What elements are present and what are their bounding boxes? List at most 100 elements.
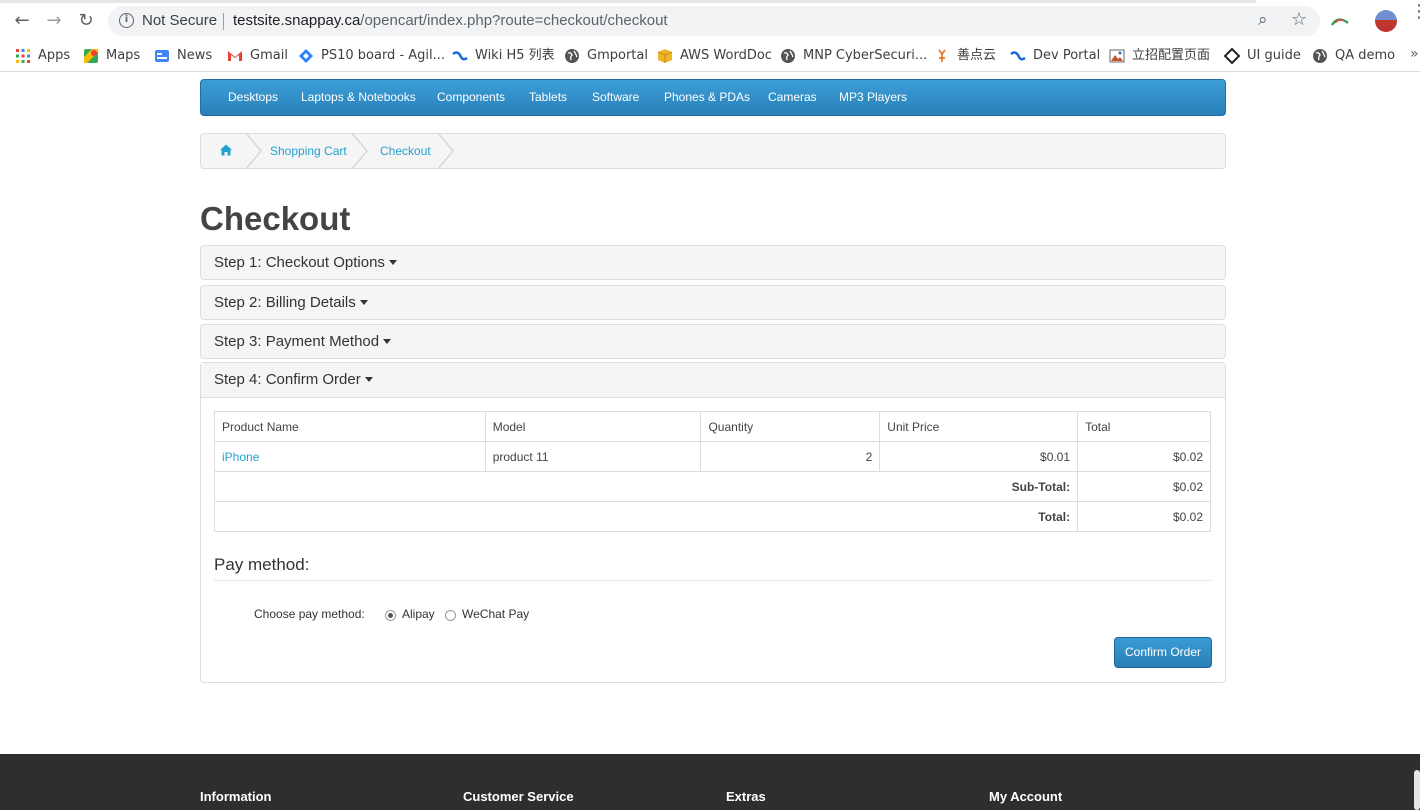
footer-heading-customer-service: Customer Service [463,789,574,804]
caret-down-icon [364,377,373,382]
apps-grid-icon [16,49,30,63]
footer-heading-information: Information [200,789,272,804]
bookmark-label: Gmail [250,48,288,63]
page-title: Checkout [200,200,351,237]
bookmark-ui-guide[interactable]: UI guide [1224,45,1301,67]
subtotal-row: Sub-Total: $0.02 [213,471,1211,502]
profile-avatar[interactable] [1375,10,1397,32]
more-bookmarks-icon[interactable]: » [1410,46,1419,62]
breadcrumb-separator [351,133,368,169]
step-label: Step 1: Checkout Options [214,254,385,271]
back-arrow-icon[interactable]: ← [10,9,34,33]
chrome-menu-icon[interactable]: ⋮ [1410,3,1420,21]
choose-pay-method-label: Choose pay method: [254,607,365,621]
cell-model: product 11 [484,441,702,472]
info-icon[interactable]: i [119,13,134,28]
confluence-icon [1010,51,1026,61]
menu-item-desktops[interactable]: Desktops [228,90,278,104]
menu-item-laptops[interactable]: Laptops & Notebooks [301,90,416,104]
breadcrumb-separator [245,133,262,169]
radio-label-wechat-pay[interactable]: WeChat Pay [462,607,529,621]
bookmark-apps[interactable]: Apps [15,45,70,67]
col-model: Model [484,411,702,442]
bookmark-label: PS10 board - Agil... [321,48,446,63]
menu-item-tablets[interactable]: Tablets [529,90,567,104]
order-table: Product Name Model Quantity Unit Price T… [213,411,1211,532]
page-scrollbar[interactable] [1414,770,1420,810]
globe-icon [781,49,795,63]
gmail-icon [228,51,242,61]
bookmark-config-page[interactable]: 立招配置页面 [1109,45,1210,67]
step-label: Step 2: Billing Details [214,294,356,311]
step-title[interactable]: Step 4: Confirm Order [214,371,373,388]
table-header-row: Product Name Model Quantity Unit Price T… [214,411,1211,442]
col-product-name: Product Name [214,411,486,442]
forward-arrow-icon[interactable]: → [42,9,66,33]
cell-quantity: 2 [700,441,881,472]
address-bar[interactable]: i Not Secure testsite.snappay.ca/opencar… [108,6,1320,36]
col-total: Total [1077,411,1211,442]
bookmark-label: MNP CyberSecuri... [803,48,928,63]
url-text[interactable]: testsite.snappay.ca/opencart/index.php?r… [233,12,668,29]
step-confirm-order-panel: Step 4: Confirm Order Product Name Model… [200,362,1226,683]
breadcrumb-shopping-cart[interactable]: Shopping Cart [270,144,347,158]
home-icon[interactable] [219,143,233,157]
bookmark-label: Dev Portal [1033,48,1101,63]
bookmark-shandian[interactable]: 善点云 [934,45,996,67]
menu-item-cameras[interactable]: Cameras [768,90,817,104]
zoom-magnifier-icon[interactable]: ⌕ [1258,10,1268,30]
caret-down-icon [388,260,397,265]
caret-down-icon [383,339,392,344]
step-title[interactable]: Step 2: Billing Details [214,294,368,311]
confirm-order-button[interactable]: Confirm Order [1114,637,1212,668]
total-value: $0.02 [1077,501,1211,532]
box-icon [657,49,673,63]
radio-label-alipay[interactable]: Alipay [402,607,435,621]
extension-icon[interactable] [1330,11,1350,31]
step-checkout-options[interactable]: Step 1: Checkout Options [200,245,1226,280]
col-quantity: Quantity [700,411,881,442]
bookmark-wiki[interactable]: Wiki H5 列表 [452,45,555,67]
bookmark-label: Maps [106,48,141,63]
diamond-icon [1224,48,1240,64]
menu-item-components[interactable]: Components [437,90,505,104]
bookmark-gmail[interactable]: Gmail [227,45,288,67]
bookmark-maps[interactable]: Maps [83,45,140,67]
step-payment-method[interactable]: Step 3: Payment Method [200,324,1226,359]
pay-method-title: Pay method: [214,555,310,574]
footer-heading-extras: Extras [726,789,766,804]
col-unit-price: Unit Price [879,411,1079,442]
menu-item-phones[interactable]: Phones & PDAs [664,90,750,104]
news-icon [155,50,169,62]
bookmark-label: 立招配置页面 [1132,48,1211,63]
bookmark-ps10[interactable]: PS10 board - Agil... [298,45,445,67]
radio-wechat-pay[interactable] [445,610,456,621]
step-title[interactable]: Step 1: Checkout Options [214,254,397,271]
menu-item-mp3[interactable]: MP3 Players [839,90,907,104]
footer: Information Customer Service Extras My A… [0,754,1420,810]
bookmark-qa-demo[interactable]: QA demo [1312,45,1395,67]
bookmark-gmportal[interactable]: Gmportal [564,45,648,67]
radio-alipay[interactable] [385,610,396,621]
bookmarks-bar: Apps Maps News Gmail PS10 board - Agil..… [0,42,1420,72]
shandian-icon [938,49,946,62]
step-title[interactable]: Step 3: Payment Method [214,333,392,350]
browser-toolbar: ← → ↻ i Not Secure testsite.snappay.ca/o… [0,0,1420,42]
bookmark-star-icon[interactable]: ☆ [1291,9,1307,30]
bookmark-aws[interactable]: AWS WordDoc [657,45,772,67]
total-row: Total: $0.02 [213,501,1211,532]
bookmark-news[interactable]: News [154,45,212,67]
bookmark-label: Wiki H5 列表 [475,48,555,63]
cell-product-name: iPhone [214,441,486,472]
maps-icon [84,49,98,63]
step-confirm-order[interactable]: Step 4: Confirm Order [201,363,1225,398]
step-billing-details[interactable]: Step 2: Billing Details [200,285,1226,320]
bookmark-mnp[interactable]: MNP CyberSecuri... [780,45,927,67]
product-link[interactable]: iPhone [222,450,259,464]
menu-item-software[interactable]: Software [592,90,639,104]
bookmark-dev-portal[interactable]: Dev Portal [1010,45,1100,67]
security-label[interactable]: Not Secure [142,12,217,29]
url-host: testsite.snappay.ca [233,12,361,29]
reload-icon[interactable]: ↻ [74,9,98,33]
breadcrumb-checkout[interactable]: Checkout [380,144,431,158]
